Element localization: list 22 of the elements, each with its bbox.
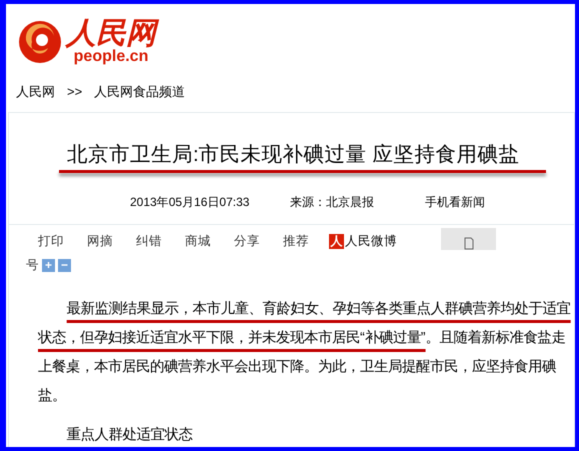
- article-paragraph: 最新监测结果显示，本市儿童、育龄妇女、孕妇等各类重点人群碘营养均处于适宜状态，但孕妇接近适宜水平下限，并未发现本市居民“补碘过量”。且随着新标准食盐走上餐桌，本市居民的碘营养水平会出现下降。为此，卫生局提醒市民，应坚持食用碘盐。: [38, 300, 572, 406]
- publish-date: 2013年05月16日07:33: [130, 194, 250, 211]
- breadcrumb-link[interactable]: 人民网: [16, 82, 55, 102]
- mobile-news-link[interactable]: 手机看新闻: [425, 193, 485, 211]
- breadcrumb-link[interactable]: 人民网食品频道: [94, 82, 186, 102]
- headline: 北京市卫生局:市民未现补碘过量 应坚持食用碘盐: [67, 143, 520, 167]
- weibo-icon[interactable]: 人: [329, 234, 344, 248]
- bookmark-icon: [464, 237, 474, 250]
- toolbar-link[interactable]: 网摘: [87, 232, 113, 250]
- toolbar-link[interactable]: 推荐: [283, 232, 309, 250]
- breadcrumb-separator: >>: [67, 83, 82, 102]
- section-heading: 重点人群处适宜状态: [66, 426, 194, 445]
- logo-icon: [18, 20, 62, 64]
- logo-domain: people.cn: [74, 49, 148, 65]
- toolbar-link[interactable]: 纠错: [136, 232, 162, 250]
- weibo-link[interactable]: 人民微博: [345, 232, 397, 250]
- font-size-label: 号: [26, 256, 39, 274]
- source-label: 来源：北京晨报: [290, 194, 375, 211]
- share-panel[interactable]: [441, 228, 496, 250]
- toolbar-link[interactable]: 分享: [234, 232, 260, 250]
- toolbar-link[interactable]: 打印: [38, 232, 64, 250]
- toolbar-link[interactable]: 商城: [185, 232, 211, 250]
